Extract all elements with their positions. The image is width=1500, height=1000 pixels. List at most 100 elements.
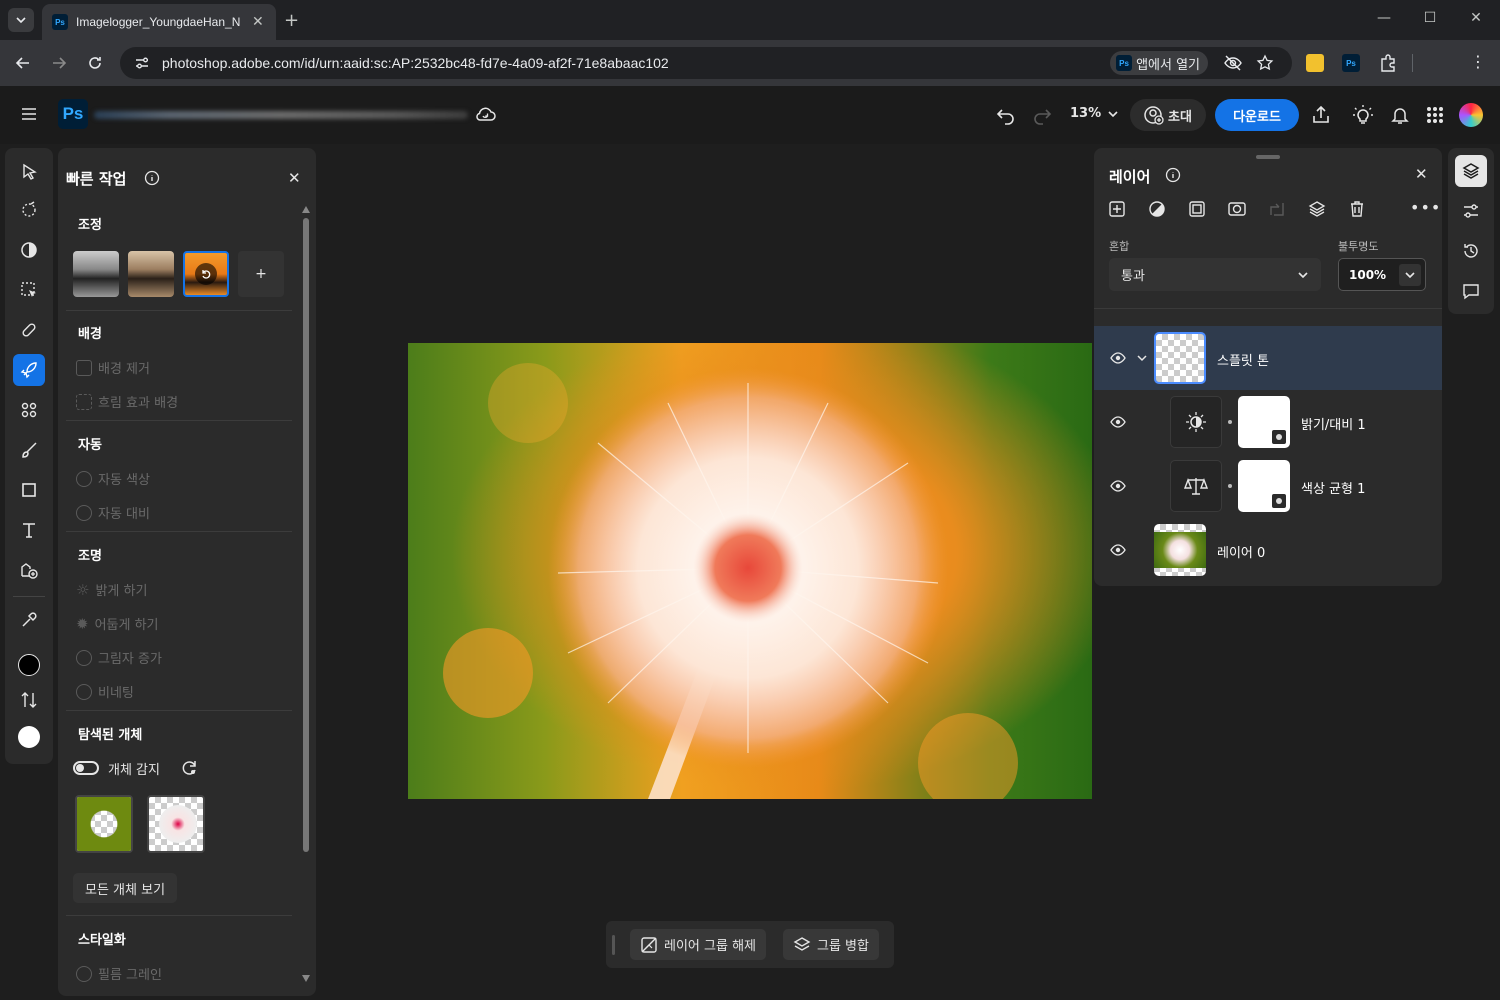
- zoom-dropdown[interactable]: 13%: [1070, 106, 1119, 121]
- brush-icon[interactable]: [13, 434, 45, 466]
- layer-mask-icon[interactable]: [1228, 200, 1246, 218]
- quick-actions-rocket-icon[interactable]: [13, 354, 45, 386]
- close-panel-icon[interactable]: ✕: [1415, 165, 1428, 183]
- layer-row-color-balance[interactable]: 색상 균형 1: [1094, 454, 1442, 518]
- photoshop-logo[interactable]: Ps: [58, 99, 88, 129]
- opacity-input[interactable]: 100%: [1338, 258, 1426, 291]
- layer-row-brightness-contrast[interactable]: 밝기/대비 1: [1094, 390, 1442, 454]
- tab-close-icon[interactable]: ✕: [252, 14, 264, 30]
- opacity-dropdown-button[interactable]: [1399, 263, 1421, 286]
- properties-sliders-icon[interactable]: [1455, 195, 1487, 227]
- auto-color-action[interactable]: 자동 색상: [76, 469, 150, 488]
- undo-icon[interactable]: [996, 105, 1016, 125]
- lightbulb-icon[interactable]: [1352, 104, 1374, 126]
- hamburger-menu-icon[interactable]: [20, 106, 38, 122]
- extension-yellow-icon[interactable]: [1306, 54, 1324, 72]
- ungroup-layers-button[interactable]: 레이어 그룹 해제: [630, 929, 766, 960]
- document-canvas[interactable]: [408, 343, 1092, 799]
- history-icon[interactable]: [1455, 235, 1487, 267]
- maximize-button[interactable]: ☐: [1420, 10, 1440, 26]
- extensions-puzzle-icon[interactable]: [1378, 53, 1398, 73]
- bookmark-star-icon[interactable]: [1256, 54, 1274, 72]
- reset-icon[interactable]: [195, 263, 217, 285]
- add-layer-icon[interactable]: [1108, 200, 1126, 218]
- layer-stack-icon[interactable]: [1308, 200, 1326, 218]
- swap-colors-icon[interactable]: [13, 684, 45, 716]
- eye-slash-icon[interactable]: [1224, 55, 1242, 71]
- eye-icon[interactable]: [1110, 414, 1126, 430]
- eye-icon[interactable]: [1110, 542, 1126, 558]
- back-icon[interactable]: [14, 54, 32, 72]
- minimize-button[interactable]: —: [1374, 10, 1394, 26]
- background-color-swatch[interactable]: [18, 726, 40, 748]
- add-preset-button[interactable]: +: [238, 251, 284, 297]
- download-button[interactable]: 다운로드: [1215, 99, 1299, 131]
- vignette-action[interactable]: 비네팅: [76, 682, 134, 701]
- comments-icon[interactable]: [1455, 275, 1487, 307]
- clip-to-below-icon[interactable]: [1268, 200, 1286, 218]
- shape-rectangle-icon[interactable]: [13, 474, 45, 506]
- omnibox[interactable]: photoshop.adobe.com/id/urn:aaid:sc:AP:25…: [120, 47, 1292, 79]
- tab-search-button[interactable]: [8, 8, 34, 32]
- reload-icon[interactable]: [86, 54, 104, 72]
- browser-tab[interactable]: Ps Imagelogger_YoungdaeHan_N ✕: [42, 4, 276, 40]
- shadow-action[interactable]: 그림자 증가: [76, 648, 162, 667]
- clipping-mask-icon[interactable]: [1188, 200, 1206, 218]
- generative-fill-icon[interactable]: [13, 394, 45, 426]
- adjustment-brush-icon[interactable]: [13, 234, 45, 266]
- apps-grid-icon[interactable]: [1426, 106, 1444, 124]
- adjustment-layer-icon[interactable]: [1148, 200, 1166, 218]
- layer-mask-thumb[interactable]: [1238, 396, 1290, 448]
- notification-bell-icon[interactable]: [1390, 105, 1410, 125]
- new-tab-button[interactable]: +: [284, 10, 299, 31]
- info-icon[interactable]: [1165, 167, 1181, 183]
- share-icon[interactable]: [1311, 105, 1331, 125]
- browser-menu-icon[interactable]: ⋮: [1470, 54, 1486, 70]
- blend-mode-dropdown[interactable]: 통과: [1109, 258, 1321, 291]
- panel-scrollbar[interactable]: [302, 206, 310, 982]
- object-detect-toggle[interactable]: [73, 761, 99, 775]
- open-in-app-button[interactable]: Ps 앱에서 열기: [1110, 51, 1208, 75]
- blur-background-action[interactable]: 흐림 효과 배경: [76, 392, 178, 411]
- url-text[interactable]: photoshop.adobe.com/id/urn:aaid:sc:AP:25…: [162, 55, 669, 71]
- darken-action[interactable]: ✹ 어둡게 하기: [76, 614, 159, 634]
- site-settings-icon[interactable]: [134, 55, 150, 71]
- preset-thumb-warm[interactable]: [128, 251, 174, 297]
- layers-panel-icon[interactable]: [1455, 155, 1487, 187]
- eye-icon[interactable]: [1110, 478, 1126, 494]
- invite-button[interactable]: 초대: [1130, 99, 1206, 131]
- chevron-down-icon[interactable]: [1136, 352, 1148, 364]
- document-name-blurred[interactable]: [94, 111, 468, 119]
- user-avatar[interactable]: [1459, 103, 1483, 127]
- detected-object-thumb-2[interactable]: [147, 795, 205, 853]
- layer-mask-thumb[interactable]: [1238, 460, 1290, 512]
- more-options-icon[interactable]: •••: [1410, 198, 1441, 217]
- text-tool-icon[interactable]: [13, 514, 45, 546]
- merge-group-button[interactable]: 그룹 병합: [783, 929, 879, 960]
- drag-handle[interactable]: [612, 935, 615, 955]
- close-window-button[interactable]: ✕: [1466, 10, 1486, 26]
- quick-selection-icon[interactable]: [13, 194, 45, 226]
- see-all-objects-button[interactable]: 모든 개체 보기: [73, 873, 178, 903]
- select-tool-icon[interactable]: [13, 156, 45, 188]
- add-image-icon[interactable]: [13, 554, 45, 586]
- detected-object-thumb-1[interactable]: [75, 795, 133, 853]
- delete-layer-icon[interactable]: [1348, 200, 1366, 218]
- eye-icon[interactable]: [1110, 350, 1126, 366]
- forward-icon[interactable]: [50, 54, 68, 72]
- layer-row-layer-0[interactable]: 레이어 0: [1094, 518, 1442, 582]
- remove-background-action[interactable]: 배경 제거: [76, 358, 150, 377]
- auto-contrast-action[interactable]: 자동 대비: [76, 503, 150, 522]
- crop-select-icon[interactable]: [13, 274, 45, 306]
- close-panel-icon[interactable]: ✕: [288, 169, 301, 187]
- refresh-detect-icon[interactable]: [180, 758, 200, 778]
- info-icon[interactable]: [144, 170, 160, 186]
- preset-thumb-orange-selected[interactable]: [183, 251, 229, 297]
- redo-icon[interactable]: [1032, 105, 1052, 125]
- eyedropper-icon[interactable]: [13, 604, 45, 636]
- healing-brush-icon[interactable]: [13, 314, 45, 346]
- panel-drag-handle[interactable]: [1256, 155, 1280, 159]
- photoshop-extension-icon[interactable]: Ps: [1342, 54, 1360, 72]
- film-grain-action[interactable]: 필름 그레인: [76, 964, 162, 983]
- foreground-color-swatch[interactable]: [18, 654, 40, 676]
